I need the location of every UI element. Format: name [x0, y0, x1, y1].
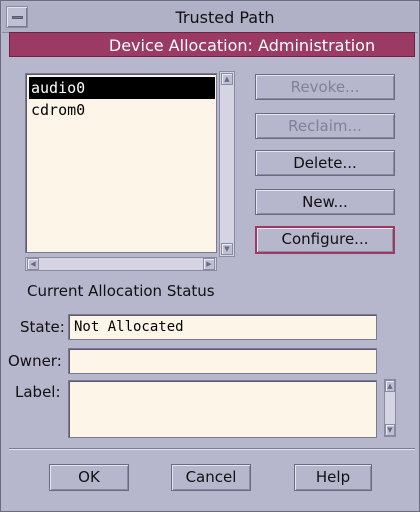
scroll-up-arrow-icon[interactable]: ▲ [221, 73, 233, 85]
dialog-title-bar: Device Allocation: Administration [9, 32, 415, 57]
help-button[interactable]: Help [294, 464, 372, 491]
configure-button[interactable]: Configure... [255, 226, 395, 254]
device-list[interactable]: audio0 cdrom0 [25, 73, 217, 253]
scroll-down-arrow-icon[interactable]: ▼ [221, 243, 233, 255]
label-scroll-up-arrow-icon[interactable]: ▲ [385, 380, 395, 392]
device-list-item-cdrom0[interactable]: cdrom0 [29, 99, 215, 121]
label-scroll-down-arrow-icon[interactable]: ▼ [385, 424, 395, 436]
delete-button[interactable]: Delete... [255, 150, 395, 176]
owner-field [68, 348, 377, 374]
scroll-right-arrow-icon[interactable]: ▶ [203, 258, 215, 270]
device-list-vertical-scrollbar[interactable]: ▲ ▼ [219, 71, 235, 257]
window-title-bar[interactable]: Trusted Path [2, 2, 418, 33]
footer-divider [9, 448, 415, 450]
label-field-scrollbar[interactable]: ▲ ▼ [384, 379, 396, 437]
device-list-item-audio0[interactable]: audio0 [29, 77, 215, 99]
state-field: Not Allocated [68, 314, 377, 340]
label-label: Label: [15, 383, 61, 401]
new-button[interactable]: New... [255, 189, 395, 215]
state-label: State: [20, 318, 65, 336]
revoke-button[interactable]: Revoke... [255, 74, 395, 100]
owner-label: Owner: [8, 352, 62, 370]
window-title: Trusted Path [175, 8, 275, 27]
scroll-left-arrow-icon[interactable]: ◀ [27, 258, 39, 270]
allocation-status-heading: Current Allocation Status [27, 282, 215, 300]
label-field [68, 380, 377, 438]
dialog-title: Device Allocation: Administration [108, 36, 376, 55]
window-menu-button[interactable] [6, 6, 28, 28]
window-menu-icon [12, 16, 23, 19]
reclaim-button[interactable]: Reclaim... [255, 113, 395, 139]
trusted-path-window: Trusted Path Device Allocation: Administ… [0, 0, 420, 512]
cancel-button[interactable]: Cancel [171, 464, 251, 491]
device-list-horizontal-scrollbar[interactable]: ◀ ▶ [25, 257, 217, 271]
ok-button[interactable]: OK [49, 464, 129, 491]
